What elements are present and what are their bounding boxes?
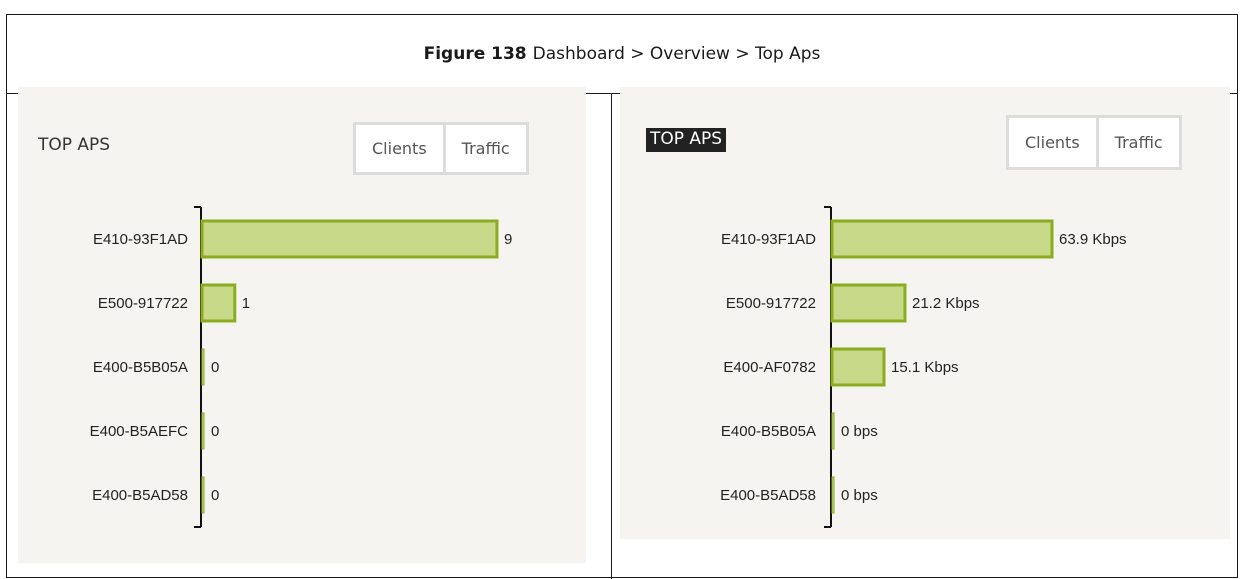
metric-toggle: Clients Traffic	[353, 122, 529, 175]
bar	[201, 476, 205, 514]
clients-toggle-button[interactable]: Clients	[1009, 118, 1096, 167]
category-label: E500-917722	[98, 295, 188, 312]
category-label: E400-B5B05A	[721, 423, 816, 440]
category-label: E400-B5AEFC	[90, 423, 189, 440]
bar	[200, 219, 499, 259]
bar	[830, 347, 886, 387]
bar	[830, 283, 907, 323]
top-aps-widget-traffic: TOP APS Clients Traffic E410-93F1AD 63.9 …	[620, 87, 1230, 539]
bar	[200, 283, 237, 323]
value-label: 0 bps	[841, 487, 878, 504]
category-label: E410-93F1AD	[93, 231, 188, 248]
traffic-toggle-button[interactable]: Traffic	[1095, 118, 1179, 167]
metric-toggle: Clients Traffic	[1006, 115, 1182, 170]
clients-toggle-button[interactable]: Clients	[356, 125, 443, 172]
category-label: E400-B5AD58	[720, 487, 816, 504]
value-label: 0	[211, 487, 219, 504]
bar	[830, 219, 1054, 259]
category-label: E400-AF0782	[723, 359, 816, 376]
column-divider	[611, 94, 612, 579]
figure-number: Figure 138	[423, 44, 527, 64]
value-label: 15.1 Kbps	[891, 359, 959, 376]
top-aps-traffic-chart: E410-93F1AD 63.9 Kbps E500-917722 21.2 Kbps…	[720, 206, 1127, 528]
category-label: E500-917722	[726, 295, 816, 312]
figure-caption: Figure 138 Dashboard > Overview > Top Ap…	[7, 15, 1237, 94]
traffic-toggle-button[interactable]: Traffic	[442, 125, 526, 172]
value-label: 0	[211, 359, 219, 376]
category-label: E400-B5B05A	[93, 359, 188, 376]
bar	[201, 412, 205, 450]
value-label: 21.2 Kbps	[912, 295, 980, 312]
value-label: 1	[242, 295, 250, 312]
value-label: 63.9 Kbps	[1059, 231, 1127, 248]
category-label: E410-93F1AD	[721, 231, 816, 248]
widget-title: TOP APS	[38, 135, 111, 155]
bar	[201, 348, 205, 386]
category-label: E400-B5AD58	[92, 487, 188, 504]
top-aps-widget-clients: TOP APS Clients Traffic E410-93F1AD 9 E500…	[18, 87, 586, 563]
bar	[831, 476, 835, 514]
widget-title: TOP APS	[646, 128, 727, 152]
top-aps-clients-chart: E410-93F1AD 9 E500-917722 1 E400-B5B05A 0 E400…	[90, 206, 512, 528]
value-label: 0 bps	[841, 423, 878, 440]
figure-caption-text: Dashboard > Overview > Top Aps	[532, 44, 821, 64]
value-label: 0	[211, 423, 219, 440]
bar	[831, 412, 835, 450]
value-label: 9	[504, 231, 512, 248]
